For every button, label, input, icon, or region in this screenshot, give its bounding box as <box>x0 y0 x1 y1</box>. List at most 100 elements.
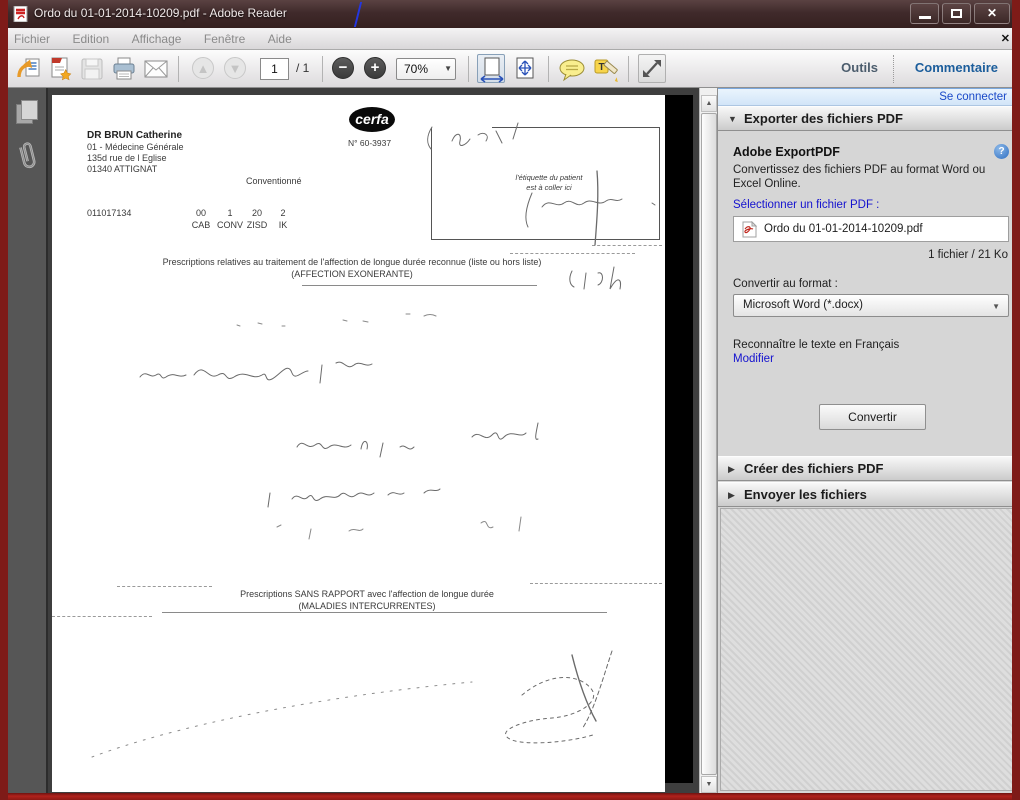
zoom-level-combobox[interactable]: 70% ▼ <box>396 58 456 80</box>
toolbar-separator <box>893 55 894 83</box>
toolbar-separator <box>178 56 179 82</box>
vertical-scrollbar[interactable]: ▲ ▼ <box>699 88 717 793</box>
navigation-sidebar <box>8 88 48 793</box>
menu-fenetre[interactable]: Fenêtre <box>204 28 245 50</box>
open-file-button[interactable] <box>16 56 42 82</box>
plus-icon: + <box>365 58 385 78</box>
section-export-pdf[interactable]: ▼ Exporter des fichiers PDF <box>718 106 1020 131</box>
chevron-down-icon: ▼ <box>992 302 1000 311</box>
menu-edition[interactable]: Edition <box>72 28 109 50</box>
toolbar-separator <box>322 56 323 82</box>
pdf-file-icon <box>742 221 757 238</box>
tools-panel: Se connecter ▼ Exporter des fichiers PDF… <box>717 88 1020 793</box>
next-page-button[interactable]: ▼ <box>224 57 246 79</box>
selected-file-name: Ordo du 01-01-2014-10209.pdf <box>764 223 923 235</box>
format-label: Convertir au format : <box>733 278 838 290</box>
empty-panel-hatch <box>720 508 1019 791</box>
page-thumbnails-button[interactable] <box>14 98 42 128</box>
window-border <box>1012 475 1020 545</box>
pages-icon <box>21 100 38 120</box>
expand-icon: ▶ <box>728 464 735 475</box>
ocr-language-label: Reconnaître le texte en Français <box>733 339 899 351</box>
expand-arrows-icon <box>639 55 665 82</box>
scrollbar-thumb[interactable] <box>701 113 717 775</box>
expand-icon: ▶ <box>728 490 735 501</box>
page-total-label: / 1 <box>296 61 309 75</box>
menu-affichage[interactable]: Affichage <box>132 28 182 50</box>
chevron-down-icon: ▼ <box>444 64 452 73</box>
menubar-close-icon[interactable]: ✕ <box>1001 32 1010 45</box>
tab-outils[interactable]: Outils <box>841 60 878 75</box>
help-icon[interactable]: ? <box>994 144 1009 159</box>
comment-bubble-button[interactable] <box>558 58 586 82</box>
scroll-down-button[interactable]: ▼ <box>701 776 717 793</box>
highlight-text-button[interactable]: T <box>592 57 620 83</box>
exportpdf-description: Convertissez des fichiers PDF au format … <box>733 164 985 176</box>
scroll-up-button[interactable]: ▲ <box>701 95 717 112</box>
window-border <box>0 793 1020 800</box>
adobe-reader-window: Ordo du 01-01-2014-10209.pdf - Adobe Rea… <box>0 0 1020 800</box>
previous-page-button[interactable]: ▲ <box>192 57 214 79</box>
selected-file-item[interactable]: Ordo du 01-01-2014-10209.pdf <box>733 216 1009 242</box>
tab-commentaire[interactable]: Commentaire <box>915 60 998 75</box>
toolbar-separator <box>468 56 469 82</box>
close-icon: ✕ <box>987 6 997 20</box>
fit-page-button[interactable] <box>511 54 539 83</box>
sign-in-bar: Se connecter <box>718 88 1020 106</box>
select-pdf-link[interactable]: Sélectionner un fichier PDF : <box>733 199 879 211</box>
fit-width-button[interactable] <box>477 54 505 83</box>
fit-page-icon <box>512 55 538 82</box>
maximize-button[interactable] <box>942 3 971 24</box>
svg-text:T: T <box>598 62 604 73</box>
scan-edge-black-strip <box>665 95 693 783</box>
format-value: Microsoft Word (*.docx) <box>743 299 863 311</box>
zoom-level-value: 70% <box>404 62 428 76</box>
fit-width-icon <box>479 56 505 83</box>
section-create-pdf[interactable]: ▶ Créer des fichiers PDF <box>718 456 1020 481</box>
maximize-icon <box>951 9 962 18</box>
toolbar-separator <box>628 56 629 82</box>
toolbar: ▲ ▼ 1 / 1 − + 70% ▼ <box>0 50 1020 88</box>
exportpdf-title: Adobe ExportPDF <box>733 145 840 159</box>
minimize-button[interactable] <box>910 3 939 24</box>
attachments-button[interactable] <box>10 137 45 177</box>
collapse-icon: ▼ <box>728 114 737 124</box>
fullscreen-button[interactable] <box>638 54 666 83</box>
modify-link[interactable]: Modifier <box>733 353 774 365</box>
save-button[interactable] <box>79 56 105 82</box>
title-bar: Ordo du 01-01-2014-10209.pdf - Adobe Rea… <box>0 0 1020 28</box>
exportpdf-description2: Excel Online. <box>733 178 801 190</box>
section-export-label: Exporter des fichiers PDF <box>744 111 903 126</box>
menu-aide[interactable]: Aide <box>268 28 292 50</box>
minus-icon: − <box>333 58 353 78</box>
pen-stroke-artifact <box>354 2 362 27</box>
section-send-label: Envoyer les fichiers <box>744 487 867 502</box>
scroll-down-icon: ▼ <box>706 781 713 788</box>
zoom-out-button[interactable]: − <box>332 57 354 79</box>
section-create-label: Créer des fichiers PDF <box>744 461 883 476</box>
pdf-page[interactable]: DR BRUN Catherine 01 - Médecine Générale… <box>52 95 665 792</box>
zoom-in-button[interactable]: + <box>364 57 386 79</box>
pdf-app-icon <box>13 6 29 22</box>
window-border <box>1012 420 1020 475</box>
toolbar-separator <box>548 56 549 82</box>
email-button[interactable] <box>143 58 169 80</box>
page-number-input[interactable]: 1 <box>260 58 289 80</box>
window-border <box>1012 380 1020 420</box>
print-button[interactable] <box>111 56 137 82</box>
format-dropdown[interactable]: Microsoft Word (*.docx) ▼ <box>733 294 1009 317</box>
sign-in-link[interactable]: Se connecter <box>939 91 1007 103</box>
section-send-files[interactable]: ▶ Envoyer les fichiers <box>718 482 1020 507</box>
window-border <box>1012 640 1020 685</box>
menu-fichier[interactable]: Fichier <box>14 28 50 50</box>
export-panel-body: Adobe ExportPDF ? Convertissez des fichi… <box>718 132 1020 456</box>
window-title: Ordo du 01-01-2014-10209.pdf - Adobe Rea… <box>34 6 287 20</box>
close-button[interactable]: ✕ <box>974 3 1010 24</box>
menu-bar: Fichier Edition Affichage Fenêtre Aide ✕ <box>0 28 1020 50</box>
file-meta: 1 fichier / 21 Ko <box>928 249 1008 261</box>
create-pdf-button[interactable] <box>47 56 73 82</box>
convert-button[interactable]: Convertir <box>819 404 926 430</box>
minimize-icon <box>919 16 931 19</box>
scroll-up-icon: ▲ <box>706 100 713 107</box>
handwriting-overlay <box>52 95 665 792</box>
